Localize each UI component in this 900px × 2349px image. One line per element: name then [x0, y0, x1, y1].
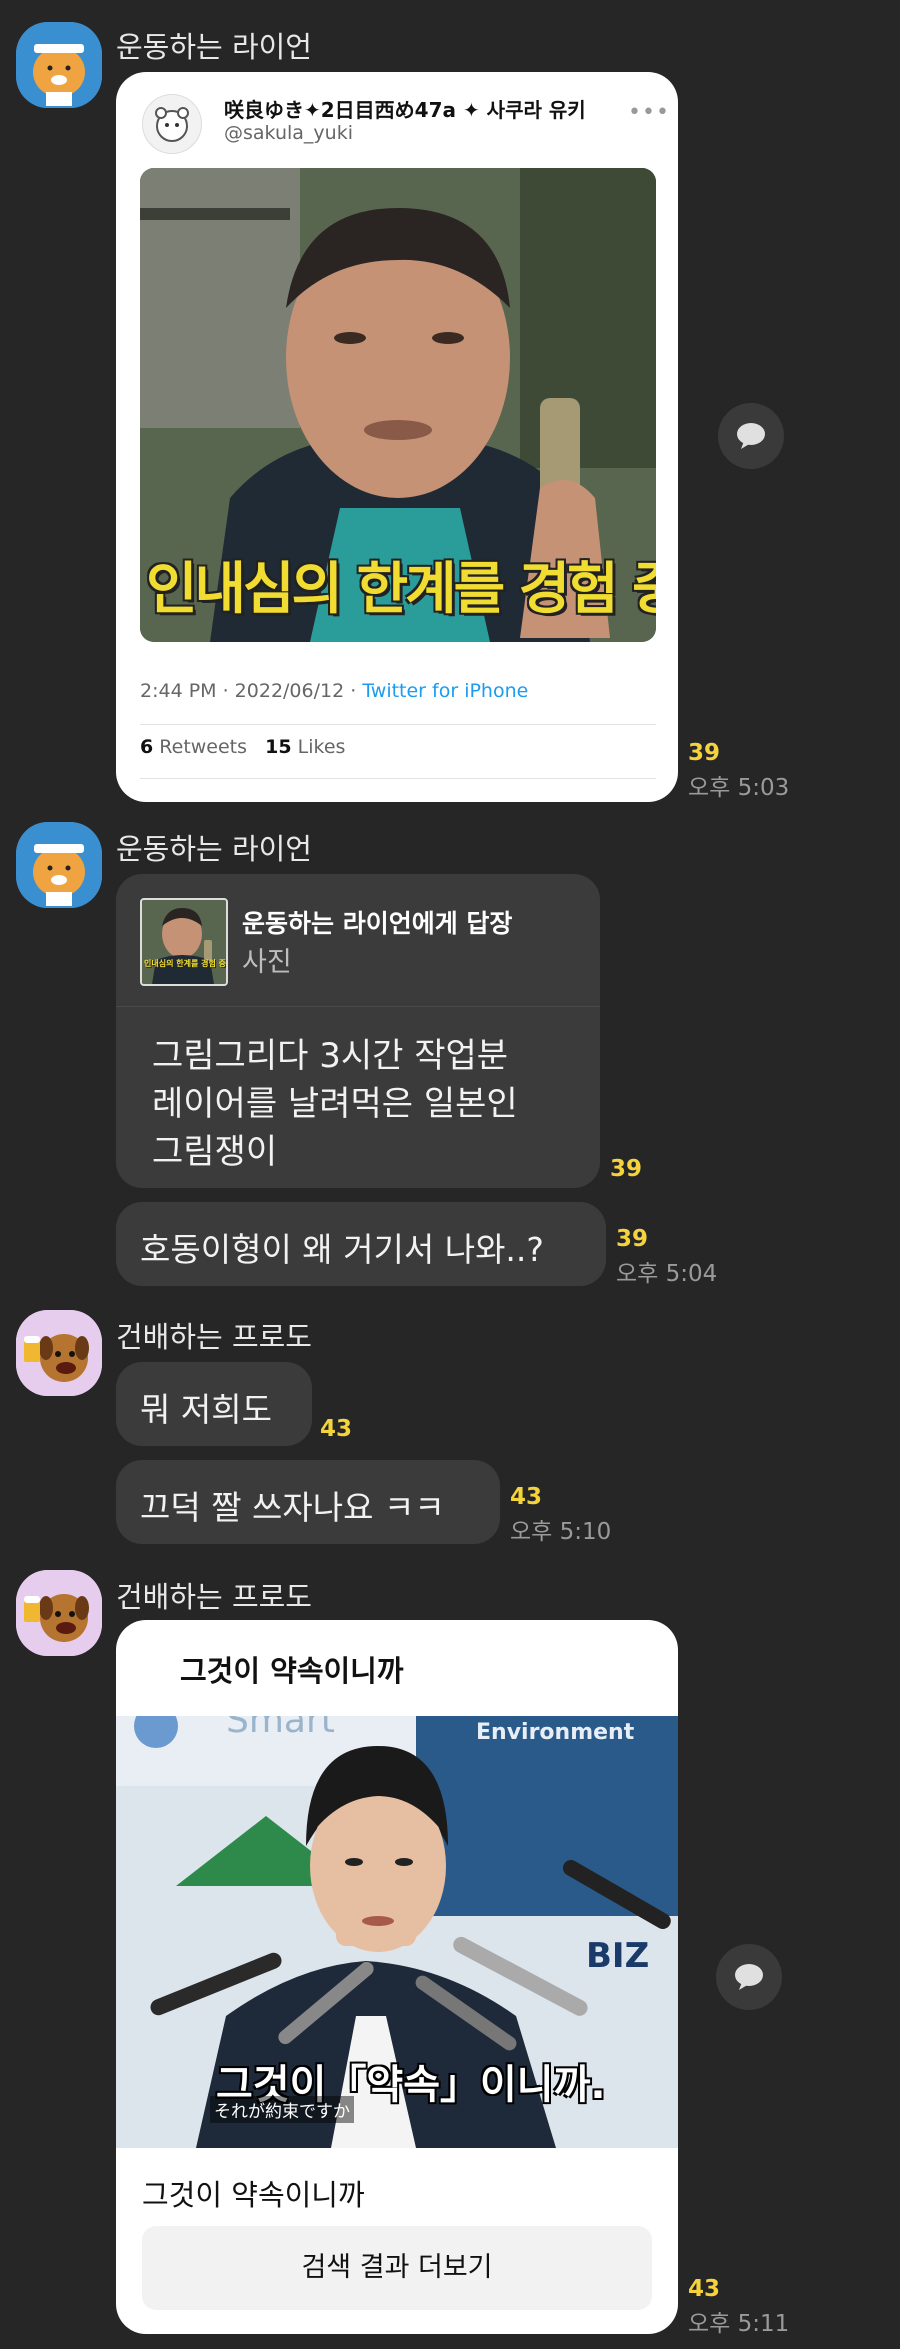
message-text: 그림그리다 3시간 작업분 레이어를 날려먹은 일본인 그림쟁이: [152, 1032, 518, 1176]
sender-name: 건배하는 프로도: [116, 1320, 312, 1354]
sender-name: 운동하는 라이언: [116, 832, 312, 866]
avatar-lion[interactable]: [16, 822, 102, 908]
video-thumbnail[interactable]: Environment Smart BIZ 그것이「약속」이니까. それが約束で…: [116, 1716, 678, 2148]
tweet-date: 2:44 PM · 2022/06/12 ·: [140, 680, 363, 702]
message-bubble[interactable]: 호동이형이 왜 거기서 나와..?: [116, 1202, 606, 1286]
unread-count: 43: [320, 1416, 353, 1442]
thumbnail-caption: 인내심의 한계를 경험 중: [144, 959, 226, 968]
tweet-author-name: 咲良ゆき✦2日目西め47a ✦ 사쿠라 유키: [224, 98, 586, 122]
background-sign-biz: BIZ: [586, 1936, 650, 1976]
message-meta: 39 오후 5:03: [688, 740, 789, 802]
message-line-1: 그림그리다 3시간 작업분: [152, 1036, 509, 1076]
frodo-cheers-character-icon: [16, 1570, 102, 1656]
message-text: 끄덕 짤 쓰자나요 ㅋㅋ: [140, 1488, 445, 1527]
avatar-frodo[interactable]: [16, 1310, 102, 1396]
frodo-cheers-character-icon: [16, 1310, 102, 1396]
background-sign-environment: Environment: [476, 1720, 635, 1745]
likes-count: 15: [265, 736, 292, 758]
message-bubble[interactable]: 뭐 저희도: [116, 1362, 312, 1446]
message-time: 오후 5:03: [688, 775, 790, 801]
more-results-button[interactable]: 검색 결과 더보기: [142, 2226, 652, 2310]
message-time: 오후 5:10: [510, 1519, 612, 1545]
sender-name: 운동하는 라이언: [116, 30, 312, 64]
share-button[interactable]: [718, 403, 784, 469]
message-text: 호동이형이 왜 거기서 나와..?: [140, 1230, 544, 1269]
unread-count: 39: [688, 740, 721, 766]
tweet-author-avatar: [142, 94, 202, 154]
more-dots-icon[interactable]: •••: [628, 100, 670, 125]
reply-thumbnail: 인내심의 한계를 경험 중: [140, 898, 228, 986]
message-line-2: 레이어를 날려먹은 일본인: [152, 1084, 518, 1124]
share-button[interactable]: [716, 1944, 782, 2010]
message-time: 오후 5:04: [616, 1261, 718, 1287]
message-time: 오후 5:11: [688, 2311, 790, 2337]
card-caption: 그것이 약속이니까: [142, 2178, 365, 2212]
tweet-client-link[interactable]: Twitter for iPhone: [362, 680, 528, 702]
background-sign-smart: Smart: [226, 1716, 335, 1741]
message-meta: 43 오후 5:10: [510, 1484, 611, 1546]
message-meta: 43: [320, 1416, 352, 1442]
message-meta: 39: [610, 1156, 642, 1182]
bear-logo-icon: [155, 107, 189, 142]
more-results-label: 검색 결과 더보기: [301, 2252, 493, 2283]
sender-name: 건배하는 프로도: [116, 1580, 312, 1614]
reply-title: 운동하는 라이언에게 답장: [242, 909, 513, 938]
tweet-stats: 6 Retweets 15 Likes: [140, 736, 345, 758]
tweet-handle: @sakula_yuki: [224, 122, 353, 144]
tweet-timestamp: 2:44 PM · 2022/06/12 · Twitter for iPhon…: [140, 680, 528, 702]
search-result-card[interactable]: 그것이 약속이니까 Environment Smart BIZ 그것이「약속」이…: [116, 1620, 678, 2334]
lion-character-icon: [16, 22, 102, 108]
likes-label: Likes: [297, 736, 346, 758]
reply-divider: [116, 1006, 600, 1007]
image-caption: 인내심의 한계를 경험 중: [146, 557, 656, 622]
message-bubble[interactable]: 끄덕 짤 쓰자나요 ㅋㅋ: [116, 1460, 500, 1544]
unread-count: 39: [616, 1226, 649, 1252]
tweet-divider-bottom: [140, 778, 656, 779]
tweet-card[interactable]: 咲良ゆき✦2日目西め47a ✦ 사쿠라 유키 @sakula_yuki ••• …: [116, 72, 678, 802]
tweet-divider: [140, 724, 656, 725]
card-title: 그것이 약속이니까: [180, 1654, 404, 1688]
reply-subtitle: 사진: [242, 947, 292, 978]
video-subtitle-japanese: それが約束ですか: [210, 2096, 354, 2123]
avatar-lion[interactable]: [16, 22, 102, 108]
man-on-phone-thumbnail: [142, 900, 226, 984]
message-line-3: 그림쟁이: [152, 1132, 278, 1172]
share-speech-bubble-icon: [737, 423, 765, 449]
retweets-label: Retweets: [159, 736, 248, 758]
message-text: 뭐 저희도: [140, 1390, 272, 1429]
unread-count: 43: [688, 2276, 721, 2302]
tweet-image[interactable]: 인내심의 한계를 경험 중: [140, 168, 656, 642]
retweets-count: 6: [140, 736, 154, 758]
message-meta: 43 오후 5:11: [688, 2276, 789, 2338]
reply-message-bubble[interactable]: 인내심의 한계를 경험 중 운동하는 라이언에게 답장 사진 그림그리다 3시간…: [116, 874, 600, 1188]
unread-count: 43: [510, 1484, 543, 1510]
unread-count: 39: [610, 1156, 643, 1182]
avatar-frodo[interactable]: [16, 1570, 102, 1656]
share-speech-bubble-icon: [735, 1964, 763, 1990]
lion-character-icon: [16, 822, 102, 908]
message-meta: 39 오후 5:04: [616, 1226, 717, 1288]
